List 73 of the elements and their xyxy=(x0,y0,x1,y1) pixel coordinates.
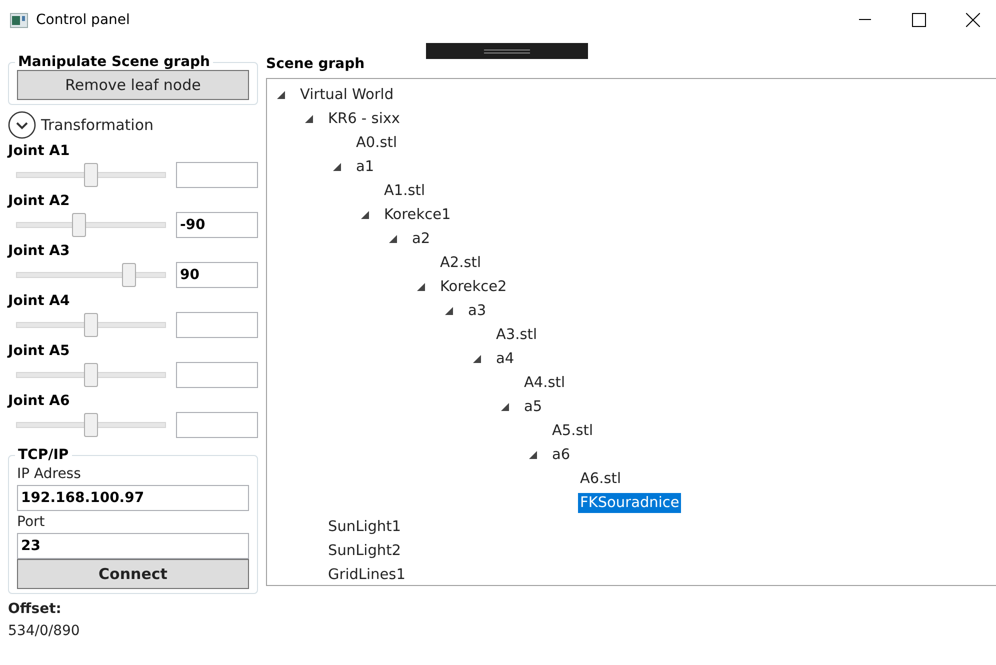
transformation-expander[interactable]: Transformation xyxy=(8,111,258,139)
joint-slider[interactable] xyxy=(16,363,166,387)
joint-slider[interactable] xyxy=(16,313,166,337)
tree-item[interactable]: GridLines1 xyxy=(326,565,408,585)
expanded-triangle-icon[interactable] xyxy=(473,355,481,363)
tree-item[interactable]: a2 xyxy=(410,229,432,249)
slider-thumb[interactable] xyxy=(72,213,86,237)
tree-item[interactable]: a4 xyxy=(494,349,516,369)
connect-button[interactable]: Connect xyxy=(17,559,249,589)
app-icon xyxy=(10,12,28,28)
expanded-triangle-icon[interactable] xyxy=(277,91,285,99)
tree-item[interactable]: A0.stl xyxy=(354,133,400,153)
port-field[interactable]: 23 xyxy=(17,533,249,559)
ip-field[interactable]: 192.168.100.97 xyxy=(17,485,249,511)
offset-value: 534/0/890 xyxy=(8,622,81,641)
drag-handle[interactable] xyxy=(426,43,588,59)
maximize-icon[interactable] xyxy=(912,13,926,27)
slider-thumb[interactable] xyxy=(122,263,136,287)
expanded-triangle-icon[interactable] xyxy=(333,163,341,171)
slider-thumb[interactable] xyxy=(84,413,98,437)
joint-label: Joint A2 xyxy=(8,192,71,211)
joint-label: Joint A4 xyxy=(8,292,71,311)
window-title: Control panel xyxy=(36,12,131,28)
tree-item[interactable]: SunLight2 xyxy=(326,541,403,561)
expanded-triangle-icon[interactable] xyxy=(305,115,313,123)
tree-item[interactable]: Korekce2 xyxy=(438,277,509,297)
slider-thumb[interactable] xyxy=(84,363,98,387)
field-label: Port xyxy=(17,513,46,532)
expanded-triangle-icon[interactable] xyxy=(389,235,397,243)
group-title: Manipulate Scene graph xyxy=(17,54,212,70)
scene-graph-title: Scene graph xyxy=(266,55,366,74)
tree-item[interactable]: A4.stl xyxy=(522,373,568,393)
field-label: IP Adress xyxy=(17,465,82,484)
tree-item[interactable]: A5.stl xyxy=(550,421,596,441)
tree-item[interactable]: Virtual World xyxy=(298,85,396,105)
expanded-triangle-icon[interactable] xyxy=(529,451,537,459)
tree-item[interactable]: a1 xyxy=(354,157,376,177)
tree-item[interactable]: FKSouradnice xyxy=(578,493,682,513)
tree-item[interactable]: a5 xyxy=(522,397,544,417)
tree-item[interactable]: A1.stl xyxy=(382,181,428,201)
tree-item[interactable]: a3 xyxy=(466,301,488,321)
joint-label: Joint A1 xyxy=(8,142,71,161)
joint-value-field[interactable]: -90 xyxy=(176,212,258,238)
joint-label: Joint A6 xyxy=(8,392,71,411)
tree-item[interactable]: A3.stl xyxy=(494,325,540,345)
expanded-triangle-icon[interactable] xyxy=(361,211,369,219)
expanded-triangle-icon[interactable] xyxy=(501,403,509,411)
joint-value-field[interactable] xyxy=(176,162,258,188)
joint-label: Joint A3 xyxy=(8,242,71,261)
tree-item[interactable]: KR6 - sixx xyxy=(326,109,402,129)
tree-item[interactable]: A6.stl xyxy=(578,469,624,489)
slider-thumb[interactable] xyxy=(84,163,98,187)
joint-slider[interactable] xyxy=(16,263,166,287)
tree-item[interactable]: a6 xyxy=(550,445,572,465)
joint-slider[interactable] xyxy=(16,413,166,437)
joint-label: Joint A5 xyxy=(8,342,71,361)
joint-slider[interactable] xyxy=(16,213,166,237)
joint-value-field[interactable] xyxy=(176,362,258,388)
close-icon[interactable] xyxy=(966,13,980,27)
tree-item[interactable]: SunLight1 xyxy=(326,517,403,537)
tree-item[interactable]: Korekce1 xyxy=(382,205,453,225)
joint-value-field[interactable] xyxy=(176,412,258,438)
joint-value-field[interactable]: 90 xyxy=(176,262,258,288)
tree-item[interactable]: A2.stl xyxy=(438,253,484,273)
minimize-icon[interactable] xyxy=(859,19,871,21)
group-title: TCP/IP xyxy=(17,447,70,463)
expanded-triangle-icon[interactable] xyxy=(445,307,453,315)
expanded-triangle-icon[interactable] xyxy=(417,283,425,291)
remove-leaf-button[interactable]: Remove leaf node xyxy=(17,70,249,100)
offset-label: Offset: xyxy=(8,600,62,619)
slider-thumb[interactable] xyxy=(84,313,98,337)
joint-slider[interactable] xyxy=(16,163,166,187)
joint-value-field[interactable] xyxy=(176,312,258,338)
